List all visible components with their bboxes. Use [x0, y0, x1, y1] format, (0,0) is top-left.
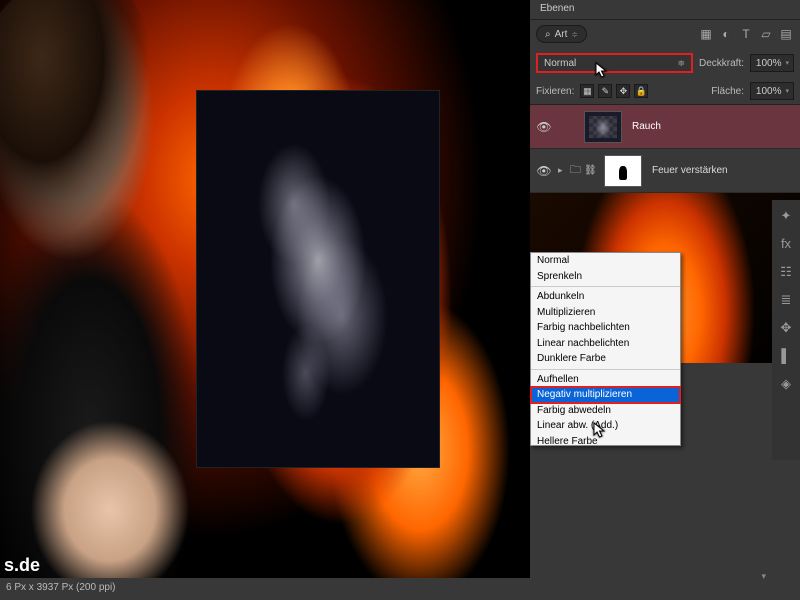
tool-icon[interactable]: ◈ [777, 376, 795, 394]
tool-icon[interactable]: ≣ [777, 292, 795, 310]
menu-item-dunklere-farbe[interactable]: Dunklere Farbe [531, 351, 680, 367]
layer-list: 👁 Rauch 👁 ▸ 🗀 ⛓ Feuer verstärken [530, 104, 800, 193]
menu-item-farbig-abwedeln[interactable]: Farbig abwedeln [531, 403, 680, 419]
panel-tab-layers[interactable]: Ebenen [530, 0, 800, 20]
menu-item-multiplizieren[interactable]: Multiplizieren [531, 305, 680, 321]
fill-label: Fläche: [711, 86, 744, 97]
menu-item-abdunkeln[interactable]: Abdunkeln [531, 289, 680, 305]
layer-name[interactable]: Rauch [628, 121, 800, 132]
filter-pixel-icon[interactable]: ▦ [698, 26, 714, 42]
menu-item-normal[interactable]: Normal [531, 253, 680, 269]
blend-mode-dropdown[interactable]: Normal [536, 53, 693, 73]
menu-item-sprenkeln[interactable]: Sprenkeln [531, 269, 680, 285]
lock-all-icon[interactable]: 🔒 [634, 84, 648, 98]
menu-separator [531, 286, 680, 287]
lock-position-icon[interactable]: ✥ [616, 84, 630, 98]
link-icon: ⛓ [584, 165, 598, 176]
lock-paint-icon[interactable]: ✎ [598, 84, 612, 98]
menu-item-farbig-nachbelichten[interactable]: Farbig nachbelichten [531, 320, 680, 336]
right-tool-strip: ✦ fx ☷ ≣ ✥ ▌ ◈ [772, 200, 800, 460]
watermark-text: s.de [4, 555, 40, 576]
tool-icon[interactable]: ✦ [777, 208, 795, 226]
layer-thumbnail[interactable] [584, 111, 622, 143]
layer-row-feuer[interactable]: 👁 ▸ 🗀 ⛓ Feuer verstärken [530, 149, 800, 193]
tool-icon[interactable]: ✥ [777, 320, 795, 338]
filter-adjustment-icon[interactable]: ◐ [718, 26, 734, 42]
smoke-graphic [197, 91, 439, 467]
lock-label: Fixieren: [536, 86, 574, 97]
filter-label: Art [555, 29, 568, 40]
search-icon: ⌕ [545, 29, 551, 40]
visibility-toggle[interactable]: 👁 [530, 120, 558, 134]
menu-item-linear-abw[interactable]: Linear abw. (Add.) [531, 418, 680, 434]
menu-item-hellere-farbe[interactable]: Hellere Farbe [531, 434, 680, 445]
menu-item-negativ-multiplizieren[interactable]: Negativ multiplizieren [531, 387, 680, 403]
lock-transparency-icon[interactable]: ▦ [580, 84, 594, 98]
blend-mode-menu: Normal Sprenkeln Abdunkeln Multipliziere… [530, 252, 681, 446]
folder-icon: 🗀 [570, 161, 584, 180]
opacity-label: Deckkraft: [699, 58, 744, 69]
filter-shape-icon[interactable]: ▱ [758, 26, 774, 42]
canvas-area[interactable]: s.de 6 Px x 3937 Px (200 ppi) [0, 0, 530, 600]
fx-icon[interactable]: fx [777, 236, 795, 254]
layer-name[interactable]: Feuer verstärken [648, 165, 800, 176]
mask-thumbnail[interactable] [604, 155, 642, 187]
layer-filter-dropdown[interactable]: ⌕ Art ≑ [536, 25, 587, 43]
fill-field[interactable]: 100% [750, 82, 794, 100]
hair-shape [0, 0, 150, 240]
filter-smart-icon[interactable]: ▤ [778, 26, 794, 42]
hand-shape [30, 420, 190, 600]
menu-separator [531, 369, 680, 370]
expand-icon[interactable]: ▸ [558, 165, 570, 176]
status-bar: 6 Px x 3937 Px (200 ppi) [0, 578, 530, 600]
smoke-layer-preview[interactable] [196, 90, 440, 468]
layer-row-rauch[interactable]: 👁 Rauch [530, 105, 800, 149]
visibility-toggle[interactable]: 👁 [530, 164, 558, 178]
tool-icon[interactable]: ☷ [777, 264, 795, 282]
scroll-down-arrow[interactable]: ▾ [761, 571, 766, 582]
blend-mode-value: Normal [544, 58, 576, 69]
menu-item-linear-nachbelichten[interactable]: Linear nachbelichten [531, 336, 680, 352]
opacity-field[interactable]: 100% [750, 54, 794, 72]
menu-item-aufhellen[interactable]: Aufhellen [531, 372, 680, 388]
filter-type-icon[interactable]: T [738, 26, 754, 42]
tool-icon[interactable]: ▌ [777, 348, 795, 366]
